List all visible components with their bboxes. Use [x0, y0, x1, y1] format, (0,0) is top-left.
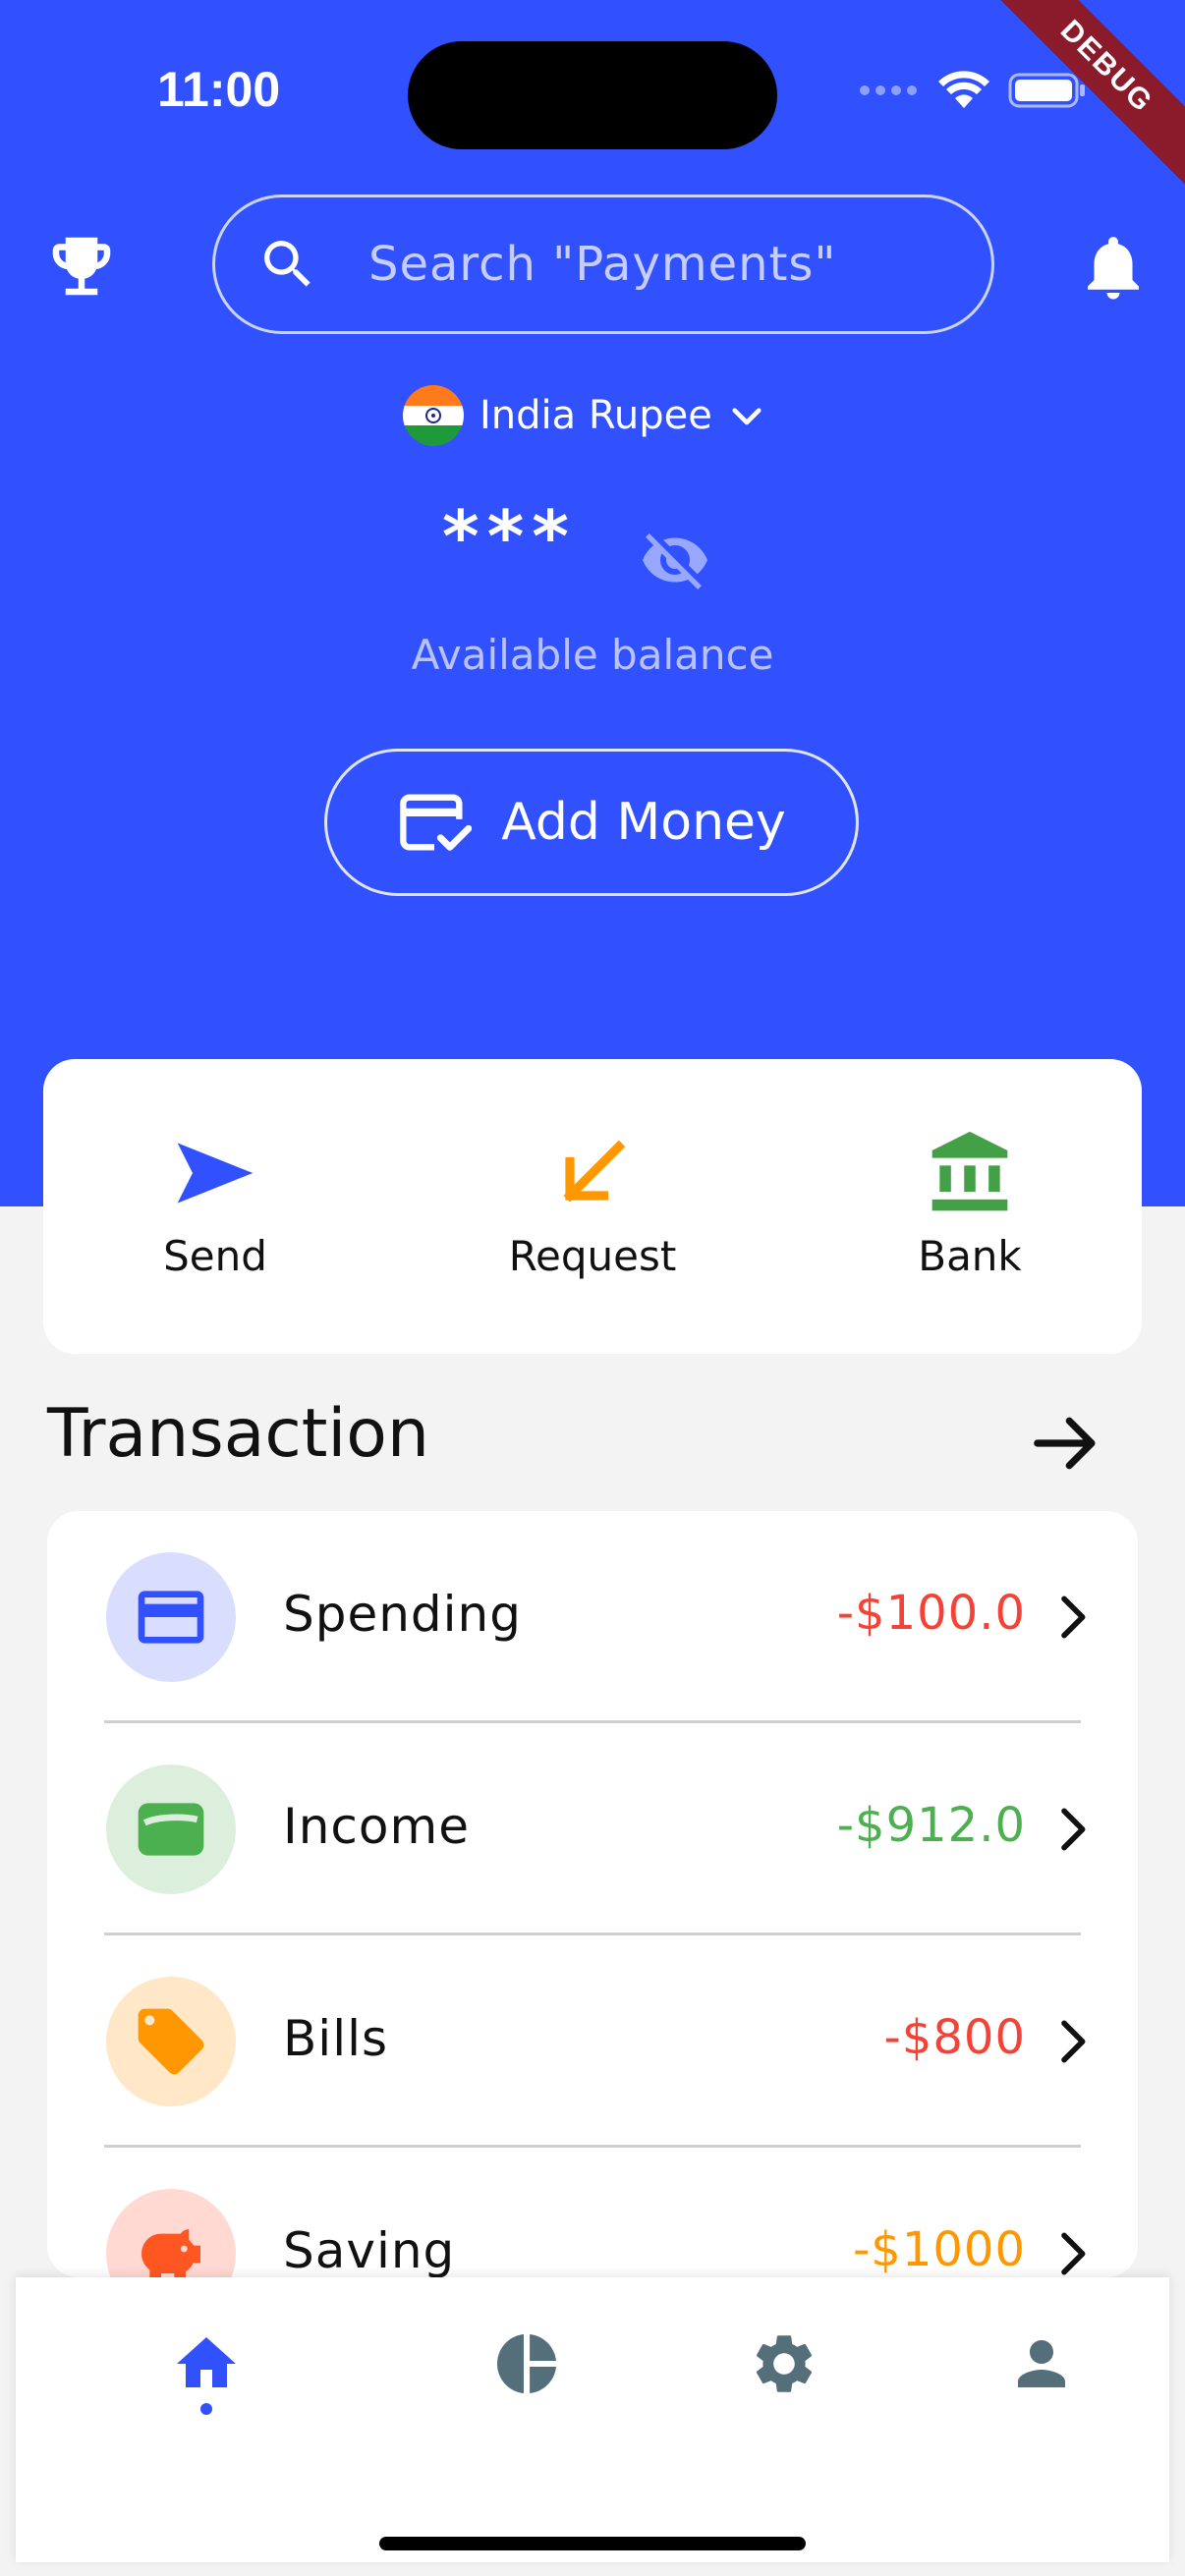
chevron-right-icon [1061, 2232, 1086, 2275]
add-money-label: Add Money [501, 793, 786, 852]
currency-label: India Rupee [480, 393, 712, 438]
search-placeholder: Search "Payments" [368, 237, 837, 292]
arrow-right-icon[interactable] [1028, 1405, 1104, 1482]
chevron-right-icon [1061, 1596, 1086, 1639]
wallet-icon [138, 1803, 204, 1856]
transaction-amount: -$912.0 [836, 1798, 1026, 1853]
tag-icon [138, 2008, 204, 2075]
gear-icon [756, 2335, 813, 2392]
transaction-row-spending[interactable]: Spending -$100.0 [47, 1511, 1138, 1723]
transactions-list: Spending -$100.0 Income -$912.0 Bills -$… [47, 1511, 1138, 2277]
transaction-name: Spending [283, 1586, 522, 1643]
credit-card-icon [138, 1591, 204, 1644]
bank-button[interactable]: Bank [822, 1128, 1117, 1280]
chevron-right-icon [1061, 2020, 1086, 2063]
card-check-icon [400, 794, 473, 851]
bank-icon [931, 1131, 1008, 1211]
active-indicator [200, 2403, 212, 2415]
search-icon [264, 241, 310, 287]
nav-settings[interactable] [745, 2328, 823, 2427]
transaction-amount: -$1000 [852, 2222, 1026, 2277]
bell-icon[interactable] [1075, 224, 1152, 310]
india-flag-icon [403, 385, 464, 446]
request-label: Request [508, 1232, 677, 1280]
balance-caption: Available balance [411, 631, 774, 679]
status-time: 11:00 [157, 62, 281, 117]
balance-value: *** [442, 495, 577, 578]
request-button[interactable]: Request [445, 1128, 740, 1280]
pie-chart-icon [497, 2334, 556, 2393]
transaction-name: Income [283, 1798, 470, 1855]
bank-label: Bank [918, 1232, 1022, 1280]
piggy-bank-icon [141, 2229, 200, 2277]
quick-actions-card: Send Request Bank [43, 1059, 1142, 1354]
transaction-amount: -$100.0 [836, 1586, 1026, 1641]
chevron-right-icon [1061, 1808, 1086, 1851]
eye-off-icon[interactable] [635, 525, 715, 595]
transaction-name: Saving [283, 2222, 456, 2277]
wifi-icon [938, 71, 989, 108]
arrow-down-left-icon [563, 1140, 626, 1203]
currency-selector[interactable]: India Rupee [403, 385, 767, 446]
send-label: Send [163, 1232, 267, 1280]
transactions-title: Transaction [47, 1395, 430, 1473]
nav-analytics[interactable] [487, 2328, 566, 2427]
transaction-amount: -$800 [883, 2010, 1026, 2065]
dynamic-island [408, 41, 777, 149]
home-icon [177, 2337, 236, 2387]
chevron-down-icon [732, 408, 762, 425]
signal-icon [860, 85, 917, 95]
transaction-name: Bills [283, 2010, 389, 2067]
send-button[interactable]: Send [68, 1128, 363, 1280]
home-indicator[interactable] [379, 2537, 806, 2550]
transaction-row-bills[interactable]: Bills -$800 [47, 1935, 1138, 2148]
transaction-row-income[interactable]: Income -$912.0 [47, 1723, 1138, 1935]
nav-profile[interactable] [1002, 2328, 1081, 2427]
send-icon [177, 1143, 254, 1204]
transaction-row-saving[interactable]: Saving -$1000 [47, 2148, 1138, 2277]
trophy-icon[interactable] [43, 228, 120, 305]
bottom-navigation [16, 2277, 1169, 2562]
status-icons [859, 71, 1087, 110]
add-money-button[interactable]: Add Money [324, 749, 859, 896]
search-input[interactable]: Search "Payments" [212, 195, 994, 334]
nav-home[interactable] [167, 2328, 246, 2427]
header-background [0, 0, 1185, 1206]
person-icon [1018, 2340, 1065, 2387]
battery-icon [1008, 73, 1085, 108]
